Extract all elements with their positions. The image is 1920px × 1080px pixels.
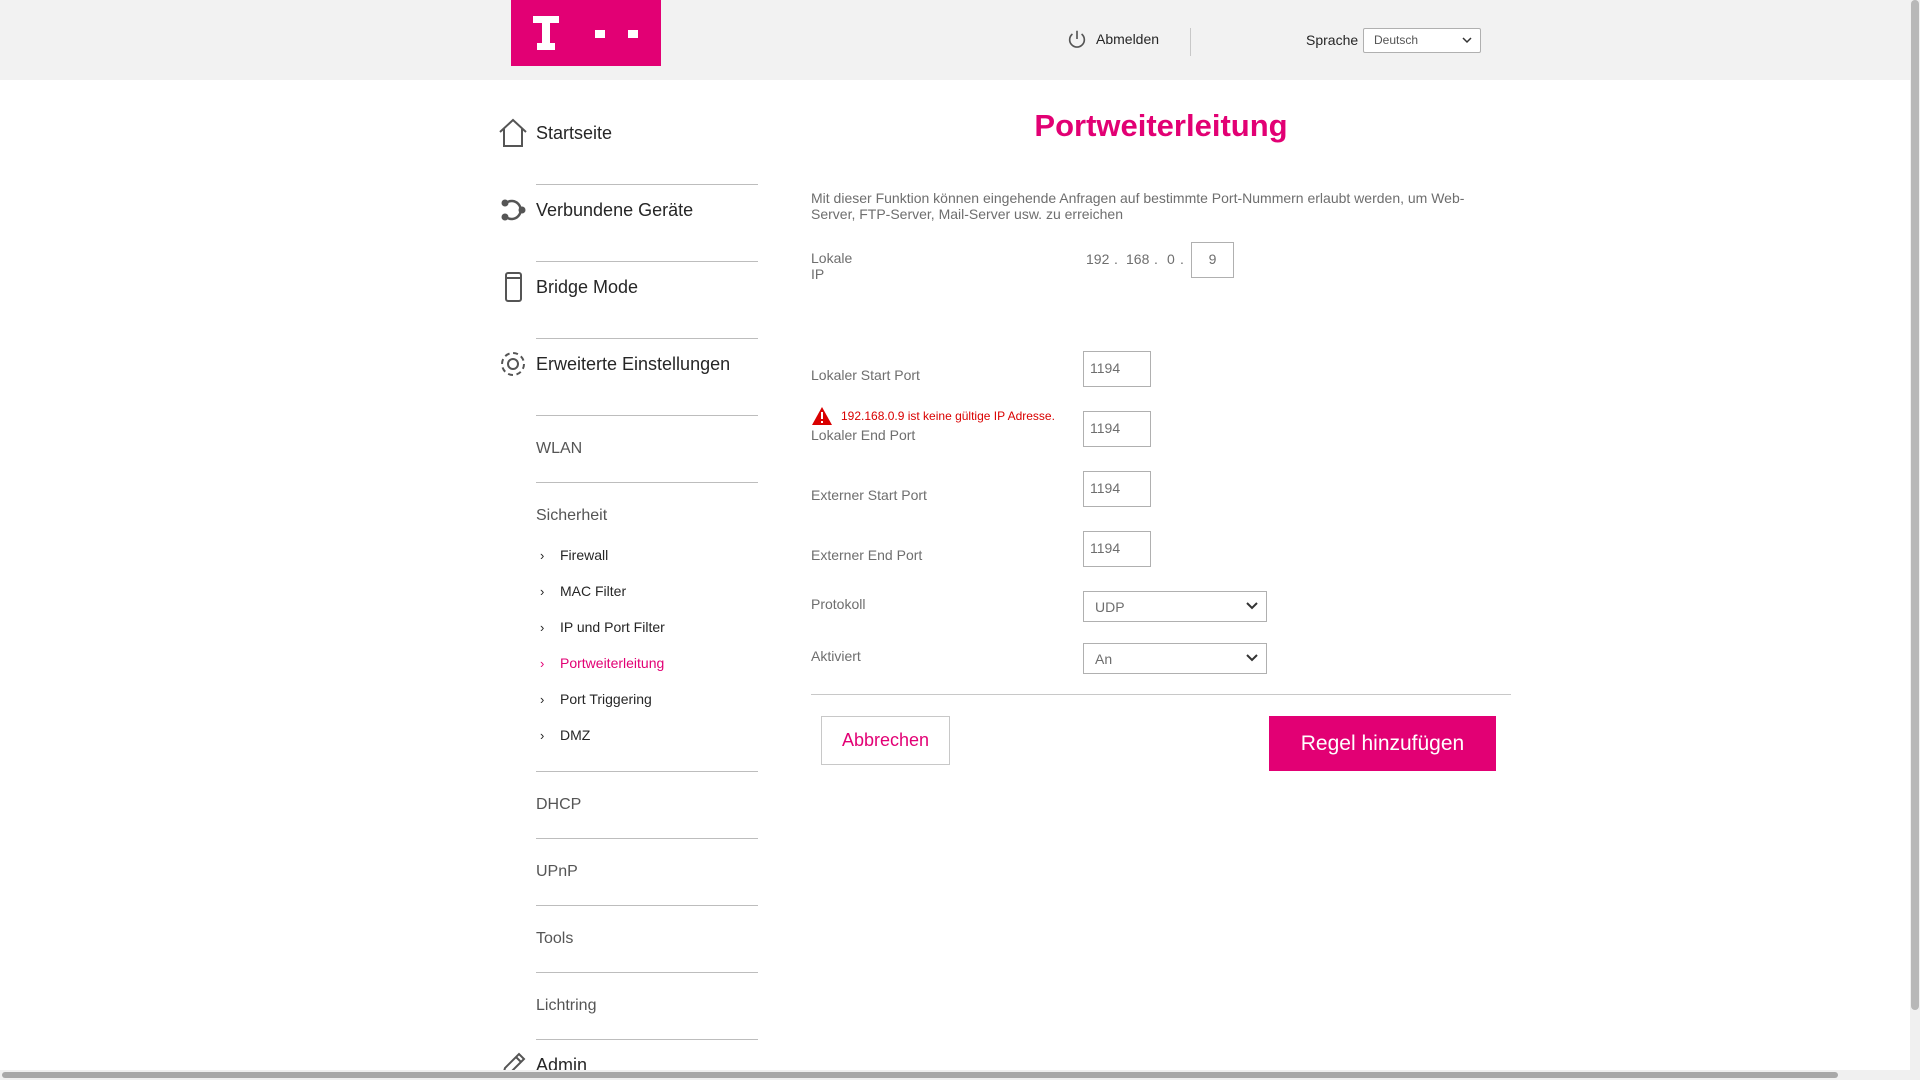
page-description: Mit dieser Funktion können eingehende An… (811, 190, 1465, 222)
sidebar-item-lichtring[interactable]: Lichtring (536, 973, 758, 1040)
sidebar-item-label: IP und Port Filter (560, 619, 665, 635)
enabled-label: Aktiviert (811, 648, 861, 664)
chevron-right-icon: › (540, 547, 545, 563)
ip-octet-2: 168 (1126, 251, 1150, 267)
sidebar-item-port-triggering[interactable]: › Port Triggering (536, 681, 758, 717)
chevron-right-icon: › (540, 655, 545, 671)
external-start-port-label: Externer Start Port (811, 487, 927, 503)
local-end-port-input[interactable]: 1194 (1083, 411, 1151, 447)
external-end-port-label: Externer End Port (811, 547, 923, 563)
local-start-port-label: Lokaler Start Port (811, 367, 920, 383)
sidebar-item-erweiterte-einstellungen[interactable]: Erweiterte Einstellungen (501, 339, 758, 416)
local-end-port-label: Lokaler End Port (811, 427, 916, 443)
sidebar-item-firewall[interactable]: › Firewall (536, 537, 758, 573)
sidebar-item-label: Startseite (536, 123, 613, 143)
language-value: Deutsch (1374, 33, 1419, 47)
sidebar-item-dmz[interactable]: › DMZ (536, 717, 758, 753)
sidebar-item-portweiterleitung[interactable]: › Portweiterleitung (536, 645, 758, 681)
top-bar: Abmelden Sprache Deutsch (0, 0, 1910, 80)
sidebar-item-label: DHCP (536, 796, 582, 813)
ip-separator: . (1180, 251, 1184, 267)
sidebar-item-label: WLAN (536, 440, 583, 457)
sidebar-item-label: Tools (536, 930, 574, 947)
ip-octet-1: 192 (1086, 251, 1110, 267)
external-start-port-input[interactable]: 1194 (1083, 471, 1151, 507)
sidebar-item-label: Lichtring (536, 997, 597, 1014)
sidebar-item-wlan[interactable]: WLAN (536, 416, 758, 483)
gear-icon (501, 352, 525, 376)
sidebar-item-startseite[interactable]: Startseite (499, 108, 758, 185)
sidebar-item-label: Firewall (560, 547, 609, 563)
sidebar-group-sicherheit: Sicherheit › Firewall › MAC Filter › IP … (536, 483, 758, 772)
enabled-select[interactable]: An (1083, 643, 1267, 674)
page-title: Portweiterleitung (1034, 108, 1288, 143)
chevron-right-icon: › (540, 691, 545, 707)
sidebar-nav: Startseite Verbundene Geräte Bridge Mode… (496, 108, 758, 1080)
sidebar-item-dhcp[interactable]: DHCP (536, 772, 758, 839)
local-ip-label: Lokale IP (811, 250, 853, 282)
ip-error-message: 192.168.0.9 ist keine gültige IP Adresse… (811, 406, 1055, 426)
chevron-right-icon: › (540, 727, 545, 743)
horizontal-scrollbar[interactable] (0, 1070, 1910, 1080)
chevron-right-icon: › (540, 619, 545, 635)
sidebar-item-tools[interactable]: Tools (536, 906, 758, 973)
language-select[interactable]: Deutsch (1363, 28, 1481, 53)
sidebar-item-label: Bridge Mode (536, 277, 639, 297)
local-start-port-input[interactable]: 1194 (1083, 351, 1151, 387)
logout-button[interactable]: Abmelden (1066, 28, 1159, 50)
protocol-select[interactable]: UDP (1083, 591, 1267, 622)
power-icon (1068, 30, 1086, 48)
form-divider (811, 694, 1511, 695)
add-rule-button[interactable]: Regel hinzufügen (1269, 716, 1496, 771)
sidebar-item-label: UPnP (536, 863, 578, 880)
error-text: 192.168.0.9 ist keine gültige IP Adresse… (841, 409, 1055, 423)
sidebar-item-upnp[interactable]: UPnP (536, 839, 758, 906)
sidebar-item-verbundene-geraete[interactable]: Verbundene Geräte (501, 185, 758, 262)
sidebar-item-ip-port-filter[interactable]: › IP und Port Filter (536, 609, 758, 645)
chevron-down-icon (1246, 654, 1258, 662)
vertical-scrollbar-thumb[interactable] (1911, 0, 1919, 1010)
external-end-port-input[interactable]: 1194 (1083, 531, 1151, 567)
bridge-icon (505, 272, 522, 302)
sidebar-item-label: Erweiterte Einstellungen (536, 354, 731, 374)
chevron-right-icon: › (540, 583, 545, 599)
sidebar-group-title[interactable]: Sicherheit (536, 507, 758, 525)
header-divider (1190, 28, 1191, 56)
sidebar-item-label: DMZ (560, 727, 591, 743)
sidebar-item-label: Verbundene Geräte (536, 200, 694, 220)
sidebar-item-label: Portweiterleitung (560, 655, 665, 671)
protocol-value: UDP (1095, 599, 1125, 615)
cancel-button[interactable]: Abbrechen (821, 716, 950, 765)
logout-label: Abmelden (1096, 31, 1160, 47)
vertical-scrollbar[interactable] (1910, 0, 1920, 1080)
ip-separator: . (1154, 251, 1158, 267)
sidebar-item-label: Port Triggering (560, 691, 652, 707)
sidebar-item-label: MAC Filter (560, 583, 627, 599)
ip-octet-3: 0 (1167, 251, 1175, 267)
ip-octet-4-input[interactable]: 9 (1191, 242, 1234, 278)
home-icon (499, 118, 527, 147)
horizontal-scrollbar-thumb[interactable] (2, 1072, 1838, 1078)
sidebar-item-bridge-mode[interactable]: Bridge Mode (505, 262, 758, 339)
ip-separator: . (1114, 251, 1118, 267)
main-content: Portweiterleitung Mit dieser Funktion kö… (811, 100, 1511, 771)
devices-icon (501, 199, 526, 221)
language-label: Sprache (1306, 32, 1359, 48)
sidebar-item-mac-filter[interactable]: › MAC Filter (536, 573, 758, 609)
chevron-down-icon (1246, 602, 1258, 610)
chevron-down-icon (1462, 37, 1472, 44)
enabled-value: An (1095, 651, 1113, 667)
warning-icon (812, 407, 832, 425)
telekom-logo[interactable] (511, 0, 661, 66)
protocol-label: Protokoll (811, 596, 866, 612)
